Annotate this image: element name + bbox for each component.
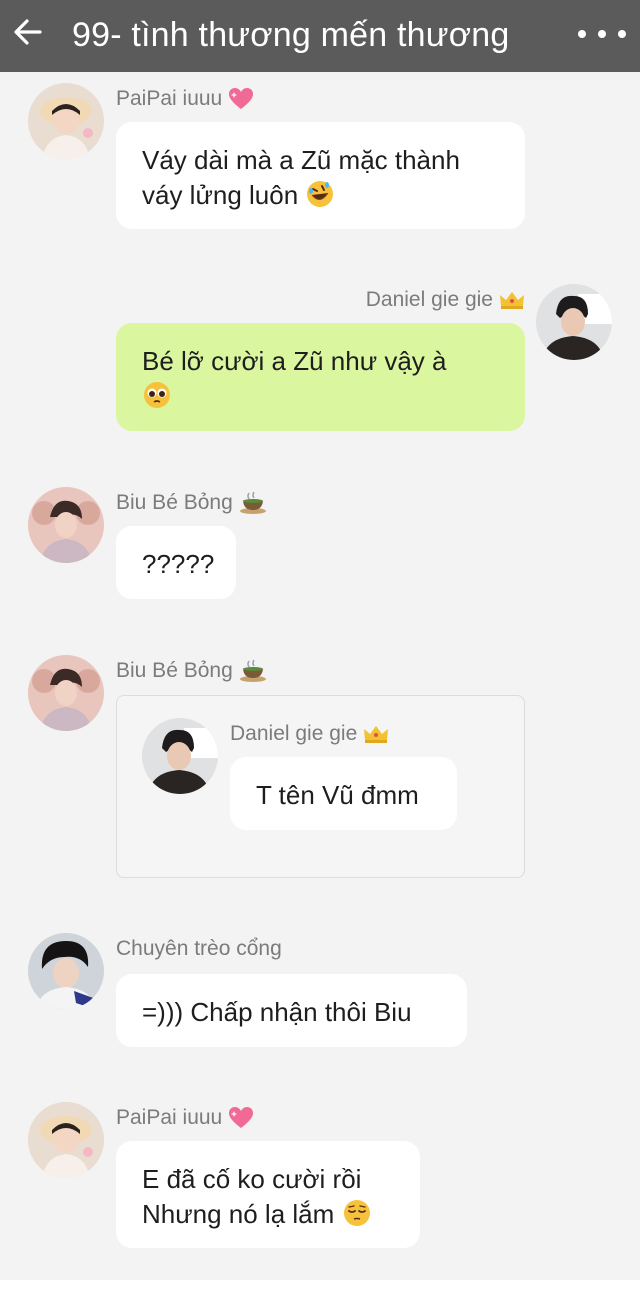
avatar-chuyen[interactable] <box>28 933 104 1009</box>
sender-name: Daniel gie gie <box>366 287 525 313</box>
back-button[interactable] <box>10 12 46 52</box>
sender-name: Biu Bé Bỏng <box>116 490 267 516</box>
avatar-paipai[interactable] <box>28 83 104 159</box>
avatar-paipai[interactable] <box>28 1102 104 1178</box>
message-text: Váy dài mà a Zũ mặc thành <box>142 145 460 175</box>
quoted-sender-name: Daniel gie gie <box>230 721 389 747</box>
message-text: E đã cố ko cười rồi <box>142 1164 362 1194</box>
sender-name: PaiPai iuuu <box>116 86 254 112</box>
more-dot-icon <box>618 30 626 38</box>
sparkling-heart-icon <box>229 88 254 109</box>
sparkling-heart-icon <box>229 1107 254 1128</box>
rolling-laughing-emoji-icon <box>305 179 335 209</box>
quoted-message-card[interactable]: Daniel gie gie T tên Vũ đmm <box>116 695 525 878</box>
hot-tea-icon <box>239 659 266 682</box>
message-text: =))) Chấp nhận thôi Biu <box>142 997 412 1027</box>
quoted-message-text: T tên Vũ đmm <box>256 780 419 810</box>
message-text: Nhưng nó lạ lắm <box>142 1199 335 1229</box>
sender-name: PaiPai iuuu <box>116 1105 254 1131</box>
avatar-daniel[interactable] <box>536 284 612 360</box>
chat-header: 99- tình thương mến thương <box>0 0 640 72</box>
message-bubble[interactable]: =))) Chấp nhận thôi Biu <box>116 974 467 1047</box>
message-text: Bé lỡ cười a Zũ như vậy à <box>142 346 447 376</box>
bottom-edge <box>0 1280 640 1295</box>
pleading-face-emoji-icon <box>142 380 172 410</box>
message-bubble[interactable]: ????? <box>116 526 236 599</box>
back-arrow-icon <box>14 19 42 45</box>
hot-tea-icon <box>239 491 266 514</box>
my-message-bubble[interactable]: Bé lỡ cười a Zũ như vậy à <box>116 323 525 431</box>
message-text: váy lửng luôn <box>142 180 299 210</box>
avatar-biu[interactable] <box>28 487 104 563</box>
more-dot-icon <box>598 30 606 38</box>
sender-name: Chuyên trèo cổng <box>116 937 282 960</box>
crown-icon <box>500 292 524 309</box>
quoted-message-bubble: T tên Vũ đmm <box>230 757 457 830</box>
crown-icon <box>364 726 389 743</box>
avatar-biu[interactable] <box>28 655 104 731</box>
message-bubble[interactable]: E đã cố ko cười rồi Nhưng nó lạ lắm <box>116 1141 420 1248</box>
pensive-face-emoji-icon <box>342 1198 372 1228</box>
message-text: ????? <box>142 549 215 579</box>
more-options-button[interactable] <box>578 20 626 48</box>
more-dot-icon <box>578 30 586 38</box>
quoted-avatar-daniel <box>142 718 218 794</box>
chat-title: 99- tình thương mến thương <box>72 16 510 54</box>
message-bubble[interactable]: Váy dài mà a Zũ mặc thành váy lửng luôn <box>116 122 525 229</box>
sender-name: Biu Bé Bỏng <box>116 658 267 684</box>
